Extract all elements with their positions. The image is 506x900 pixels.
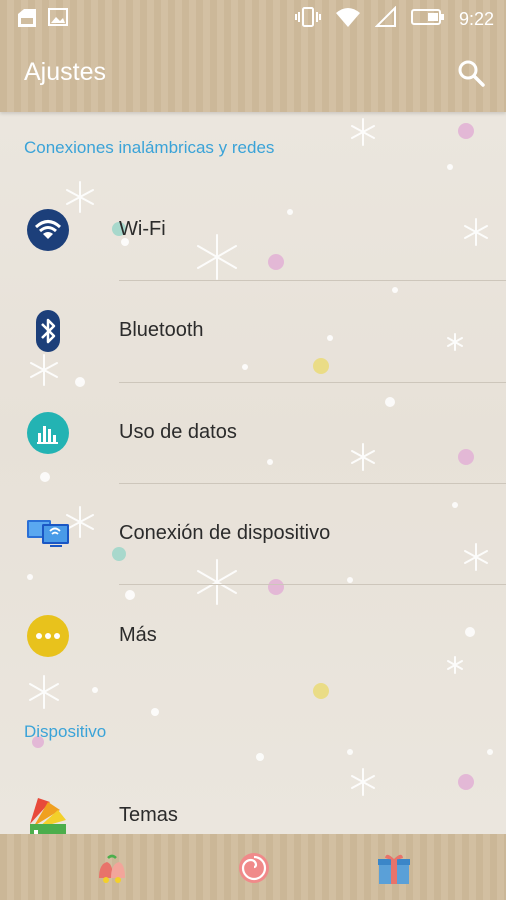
bells-icon [99, 854, 125, 883]
settings-item-wifi[interactable]: Wi-Fi [0, 180, 506, 280]
data-usage-icon [26, 411, 70, 455]
vibrate-icon [294, 6, 321, 33]
battery-icon [410, 8, 445, 31]
wifi-icon [335, 6, 361, 33]
section-header-wireless: Conexiones inalámbricas y redes [24, 138, 275, 157]
dock-bells-button[interactable] [94, 850, 130, 886]
device-connection-icon [26, 512, 70, 556]
top-bar: 9:22 Ajustes [0, 0, 506, 112]
lollipop-icon [239, 853, 269, 883]
search-button[interactable] [456, 58, 486, 88]
search-icon [458, 60, 485, 87]
settings-item-device-connection[interactable]: Conexión de dispositivo [0, 484, 506, 584]
divider [119, 584, 506, 585]
no-signal-icon [374, 5, 397, 33]
settings-item-more[interactable]: Más [0, 586, 506, 686]
settings-item-bluetooth[interactable]: Bluetooth [0, 281, 506, 381]
bottom-dock [0, 834, 506, 900]
section-header-device: Dispositivo [24, 722, 107, 741]
themes-icon [26, 794, 70, 834]
settings-item-label: Uso de datos [119, 421, 237, 443]
image-icon [48, 8, 68, 33]
settings-item-label: Conexión de dispositivo [119, 522, 331, 544]
settings-list[interactable]: Conexiones inalámbricas y redes Wi-Fi Bl… [0, 112, 506, 834]
settings-item-label: Más [119, 624, 157, 646]
dock-gift-button[interactable] [376, 850, 412, 886]
settings-item-themes[interactable]: Temas [0, 766, 506, 834]
more-icon [26, 614, 70, 658]
settings-item-label: Bluetooth [119, 319, 204, 341]
status-time: 9:22 [458, 9, 494, 29]
status-bar: 9:22 [0, 0, 506, 36]
gift-icon [378, 854, 410, 884]
app-header: Ajustes [0, 36, 506, 112]
settings-item-data-usage[interactable]: Uso de datos [0, 383, 506, 483]
wifi-icon [26, 208, 70, 252]
dock-lollipop-button[interactable] [236, 850, 272, 886]
settings-item-label: Wi-Fi [119, 218, 166, 240]
page-title: Ajustes [24, 58, 106, 86]
settings-item-label: Temas [119, 804, 178, 826]
sim-card-icon [16, 8, 38, 33]
bluetooth-icon [26, 309, 70, 353]
